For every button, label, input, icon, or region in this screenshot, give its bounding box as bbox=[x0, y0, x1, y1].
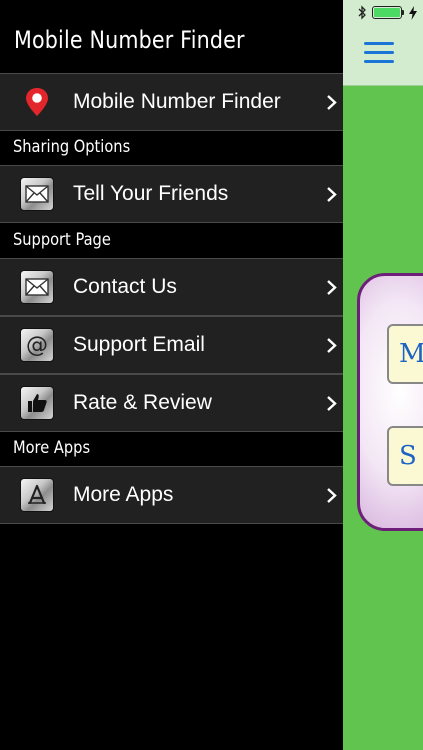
bluetooth-icon bbox=[358, 5, 367, 20]
menu-item-more-apps[interactable]: More Apps bbox=[0, 466, 343, 524]
chevron-right-icon bbox=[326, 337, 337, 359]
battery-icon bbox=[372, 6, 404, 19]
svg-text:@: @ bbox=[26, 333, 48, 358]
chevron-right-icon bbox=[326, 94, 337, 116]
side-drawer: Mobile Number Finder Mobile Number Finde… bbox=[0, 0, 343, 750]
menu-item-label: Mobile Number Finder bbox=[73, 90, 281, 113]
menu-item-mobile-number-finder[interactable]: Mobile Number Finder bbox=[0, 73, 343, 131]
map-pin-icon bbox=[20, 85, 54, 119]
menu-item-label: Rate & Review bbox=[73, 391, 212, 414]
app-store-icon bbox=[20, 478, 54, 512]
main-screen: M S bbox=[343, 0, 423, 750]
content-card: M S bbox=[357, 273, 423, 531]
menu-item-label: More Apps bbox=[73, 483, 174, 506]
status-bar bbox=[358, 5, 417, 20]
hamburger-icon[interactable] bbox=[364, 42, 394, 66]
card-button-1[interactable]: M bbox=[387, 324, 423, 384]
menu-item-tell-your-friends[interactable]: Tell Your Friends bbox=[0, 165, 343, 223]
menu-item-rate-review[interactable]: Rate & Review bbox=[0, 374, 343, 432]
envelope-icon bbox=[20, 270, 54, 304]
section-header-more-apps: More Apps bbox=[13, 438, 91, 458]
chevron-right-icon bbox=[326, 279, 337, 301]
chevron-right-icon bbox=[326, 487, 337, 509]
envelope-icon bbox=[20, 177, 54, 211]
menu-item-label: Support Email bbox=[73, 333, 205, 356]
thumbs-up-icon bbox=[20, 386, 54, 420]
menu-item-contact-us[interactable]: Contact Us bbox=[0, 258, 343, 316]
drawer-title: Mobile Number Finder bbox=[14, 26, 245, 54]
section-header-support-page: Support Page bbox=[13, 230, 111, 250]
chevron-right-icon bbox=[326, 395, 337, 417]
menu-item-support-email[interactable]: @ Support Email bbox=[0, 316, 343, 374]
card-button-2[interactable]: S bbox=[387, 426, 423, 486]
at-sign-icon: @ bbox=[20, 328, 54, 362]
menu-item-label: Tell Your Friends bbox=[73, 182, 229, 205]
section-header-sharing-options: Sharing Options bbox=[13, 137, 131, 157]
main-header bbox=[343, 0, 423, 86]
chevron-right-icon bbox=[326, 186, 337, 208]
menu-item-label: Contact Us bbox=[73, 275, 177, 298]
charging-bolt-icon bbox=[409, 5, 417, 20]
